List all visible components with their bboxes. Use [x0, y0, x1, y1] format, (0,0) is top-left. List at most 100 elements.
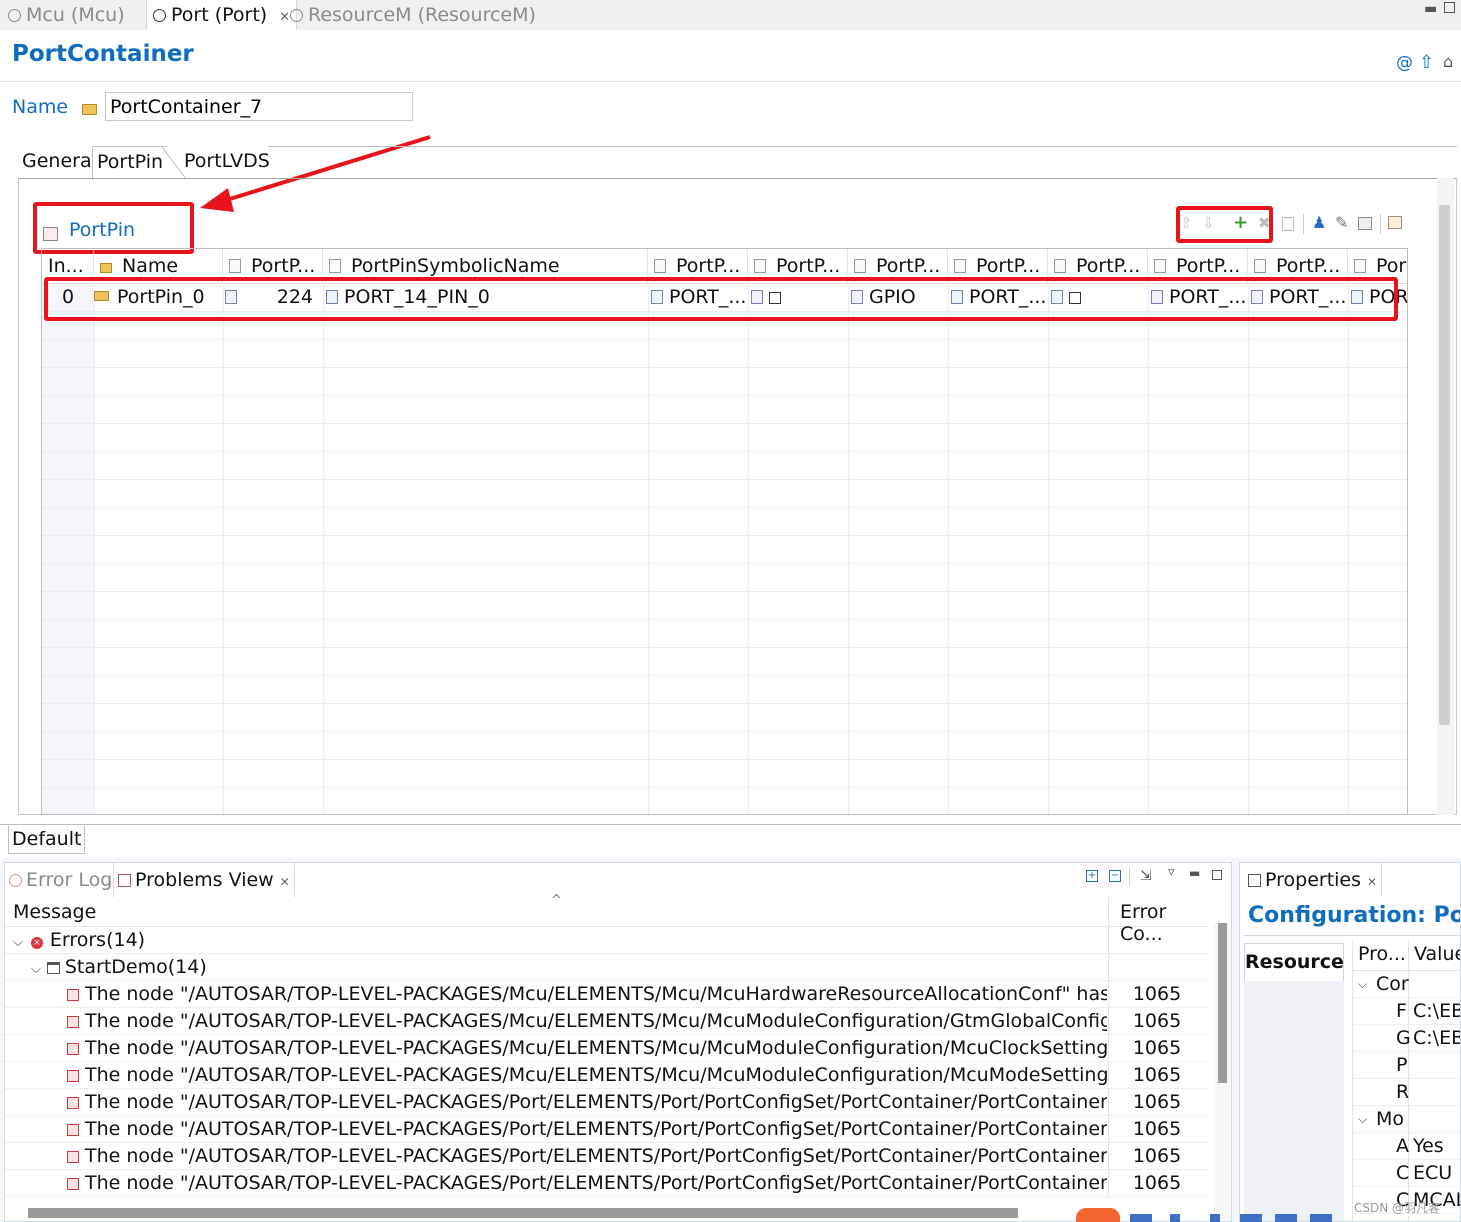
expand-all-icon[interactable]: + — [1086, 870, 1098, 882]
problem-message: The node "/AUTOSAR/TOP-LEVEL-PACKAGES/Po… — [85, 1172, 1107, 1194]
problem-message: The node "/AUTOSAR/TOP-LEVEL-PACKAGES/Mc… — [85, 1010, 1107, 1032]
tray-item-icon[interactable] — [1170, 1214, 1180, 1222]
tree-row-label: Errors(14) — [49, 929, 146, 951]
chevron-down-icon[interactable]: ⌵ — [1358, 1106, 1367, 1133]
column-header-property[interactable]: Pro... — [1358, 943, 1406, 965]
tab-problems-view[interactable]: Problems View ✕ — [113, 863, 295, 897]
home-icon[interactable]: ⌂ — [1443, 52, 1453, 71]
tab-portpin[interactable]: PortPin — [92, 146, 168, 180]
error-marker-icon — [67, 1151, 79, 1163]
editor-scroll-thumb[interactable] — [1439, 205, 1450, 725]
properties-icon — [1248, 874, 1261, 887]
tray-item-icon[interactable] — [1310, 1214, 1332, 1222]
problem-row[interactable]: The node "/AUTOSAR/TOP-LEVEL-PACKAGES/Po… — [5, 1143, 1208, 1170]
close-icon[interactable]: ✕ — [1367, 875, 1377, 889]
error-marker-icon — [67, 1178, 79, 1190]
chevron-down-icon[interactable]: ⌵ — [13, 935, 23, 950]
editor-header: PortContainer @ ⇧ ⌂ — [0, 30, 1461, 82]
input-method-icon[interactable] — [1076, 1208, 1120, 1222]
tab-default[interactable]: Default — [8, 826, 86, 854]
tab-portlvds[interactable]: PortLVDS — [180, 146, 274, 179]
table-view-icon[interactable] — [1358, 217, 1372, 230]
grid-line — [1148, 283, 1149, 814]
enum-icon — [1354, 259, 1366, 273]
problem-code: 1065 — [1132, 1145, 1182, 1167]
close-icon[interactable]: ✕ — [279, 10, 290, 25]
maximize-icon[interactable] — [1444, 2, 1455, 13]
property-row[interactable]: ⌵ Mo — [1352, 1106, 1460, 1133]
export-icon[interactable] — [1388, 216, 1402, 229]
grid-line — [42, 647, 1407, 648]
tray-item-icon[interactable] — [1240, 1214, 1262, 1222]
problem-message: The node "/AUTOSAR/TOP-LEVEL-PACKAGES/Mc… — [85, 1064, 1107, 1086]
grid-line — [1248, 283, 1249, 814]
problems-horizontal-scrollbar[interactable] — [28, 1208, 1018, 1218]
problem-code: 1065 — [1132, 1037, 1182, 1059]
maximize-icon[interactable] — [1212, 870, 1222, 880]
tray-item-icon[interactable] — [1275, 1214, 1297, 1222]
enum-icon — [654, 259, 666, 273]
error-marker-icon — [67, 1124, 79, 1136]
column-header-message[interactable]: Message — [13, 901, 96, 923]
editor-tab-port[interactable]: Port (Port) ✕ — [146, 0, 298, 30]
error-marker-icon — [67, 1016, 79, 1028]
problem-row[interactable]: The node "/AUTOSAR/TOP-LEVEL-PACKAGES/Po… — [5, 1116, 1208, 1143]
column-header-label: PortP... — [776, 255, 841, 277]
minimize-icon[interactable]: ▬ — [1424, 1, 1437, 17]
problem-message: The node "/AUTOSAR/TOP-LEVEL-PACKAGES/Po… — [85, 1145, 1107, 1167]
enum-icon — [1254, 259, 1266, 273]
tab-properties[interactable]: Properties ✕ — [1244, 863, 1383, 897]
tray-item-icon[interactable] — [1130, 1214, 1152, 1222]
link-icon[interactable]: @ — [1396, 53, 1413, 73]
property-name: A — [1396, 1135, 1409, 1157]
problem-row[interactable]: The node "/AUTOSAR/TOP-LEVEL-PACKAGES/Po… — [5, 1089, 1208, 1116]
problem-row[interactable]: The node "/AUTOSAR/TOP-LEVEL-PACKAGES/Mc… — [5, 1035, 1208, 1062]
editor-tab-resourcem[interactable]: ResourceM (ResourceM) — [290, 0, 536, 30]
name-field[interactable] — [105, 92, 413, 121]
property-row[interactable]: F C:\EB\ — [1352, 998, 1460, 1025]
tree-row-errors[interactable]: ⌵ × Errors(14) — [5, 927, 1208, 954]
problem-code: 1065 — [1132, 1118, 1182, 1140]
properties-divider — [1244, 935, 1460, 936]
up-arrow-icon[interactable]: ⇧ — [1419, 52, 1434, 73]
edit-icon[interactable]: ✎ — [1335, 213, 1348, 232]
problem-row[interactable]: The node "/AUTOSAR/TOP-LEVEL-PACKAGES/Mc… — [5, 1062, 1208, 1089]
problem-code: 1065 — [1132, 983, 1182, 1005]
view-menu-icon[interactable]: ▿ — [1168, 865, 1175, 880]
tab-general[interactable]: General — [18, 146, 101, 179]
minimize-icon[interactable]: ▬ — [1189, 866, 1200, 880]
highlight-box-section-title — [33, 202, 194, 254]
tree-row-project[interactable]: ⌵ StartDemo(14) — [5, 954, 1208, 981]
property-row[interactable]: CECU F — [1352, 1160, 1460, 1187]
property-row[interactable]: ⌵ Cor — [1352, 971, 1460, 998]
property-row[interactable]: R — [1352, 1079, 1460, 1106]
error-marker-icon — [67, 989, 79, 1001]
collapse-all-icon[interactable]: − — [1109, 870, 1121, 882]
problem-row[interactable]: The node "/AUTOSAR/TOP-LEVEL-PACKAGES/Po… — [5, 1170, 1208, 1197]
editor-tab-mcu[interactable]: Mcu (Mcu) — [8, 0, 125, 30]
error-marker-icon — [67, 1097, 79, 1109]
chevron-down-icon[interactable]: ⌵ — [31, 962, 41, 977]
property-name: G — [1396, 1027, 1411, 1049]
copy-icon[interactable] — [1282, 217, 1294, 231]
close-icon[interactable]: ✕ — [280, 875, 290, 889]
filter-icon[interactable]: ⇲ — [1140, 868, 1152, 884]
tab-label: Properties — [1265, 869, 1362, 891]
problem-row[interactable]: The node "/AUTOSAR/TOP-LEVEL-PACKAGES/Mc… — [5, 1008, 1208, 1035]
property-row[interactable]: P — [1352, 1052, 1460, 1079]
problem-row[interactable]: The node "/AUTOSAR/TOP-LEVEL-PACKAGES/Mc… — [5, 981, 1208, 1008]
tray-item-icon[interactable] — [1210, 1214, 1220, 1222]
grid-line — [42, 451, 1407, 452]
grid-line — [42, 787, 1407, 788]
column-header-value[interactable]: Value — [1414, 943, 1460, 965]
property-row[interactable]: GC:\EB\ — [1352, 1025, 1460, 1052]
problems-scroll-thumb[interactable] — [1218, 923, 1227, 1083]
chevron-down-icon[interactable]: ⌵ — [1358, 971, 1367, 998]
tab-resource[interactable]: Resource — [1244, 943, 1344, 981]
properties-title: Configuration: Port — [1248, 903, 1460, 928]
property-row[interactable]: A Yes — [1352, 1133, 1460, 1160]
tab-error-log[interactable]: Error Log — [9, 863, 112, 897]
integer-icon — [229, 259, 241, 273]
properties-table-header: Pro... Value — [1352, 941, 1460, 971]
user-icon[interactable]: ♟ — [1312, 213, 1326, 232]
